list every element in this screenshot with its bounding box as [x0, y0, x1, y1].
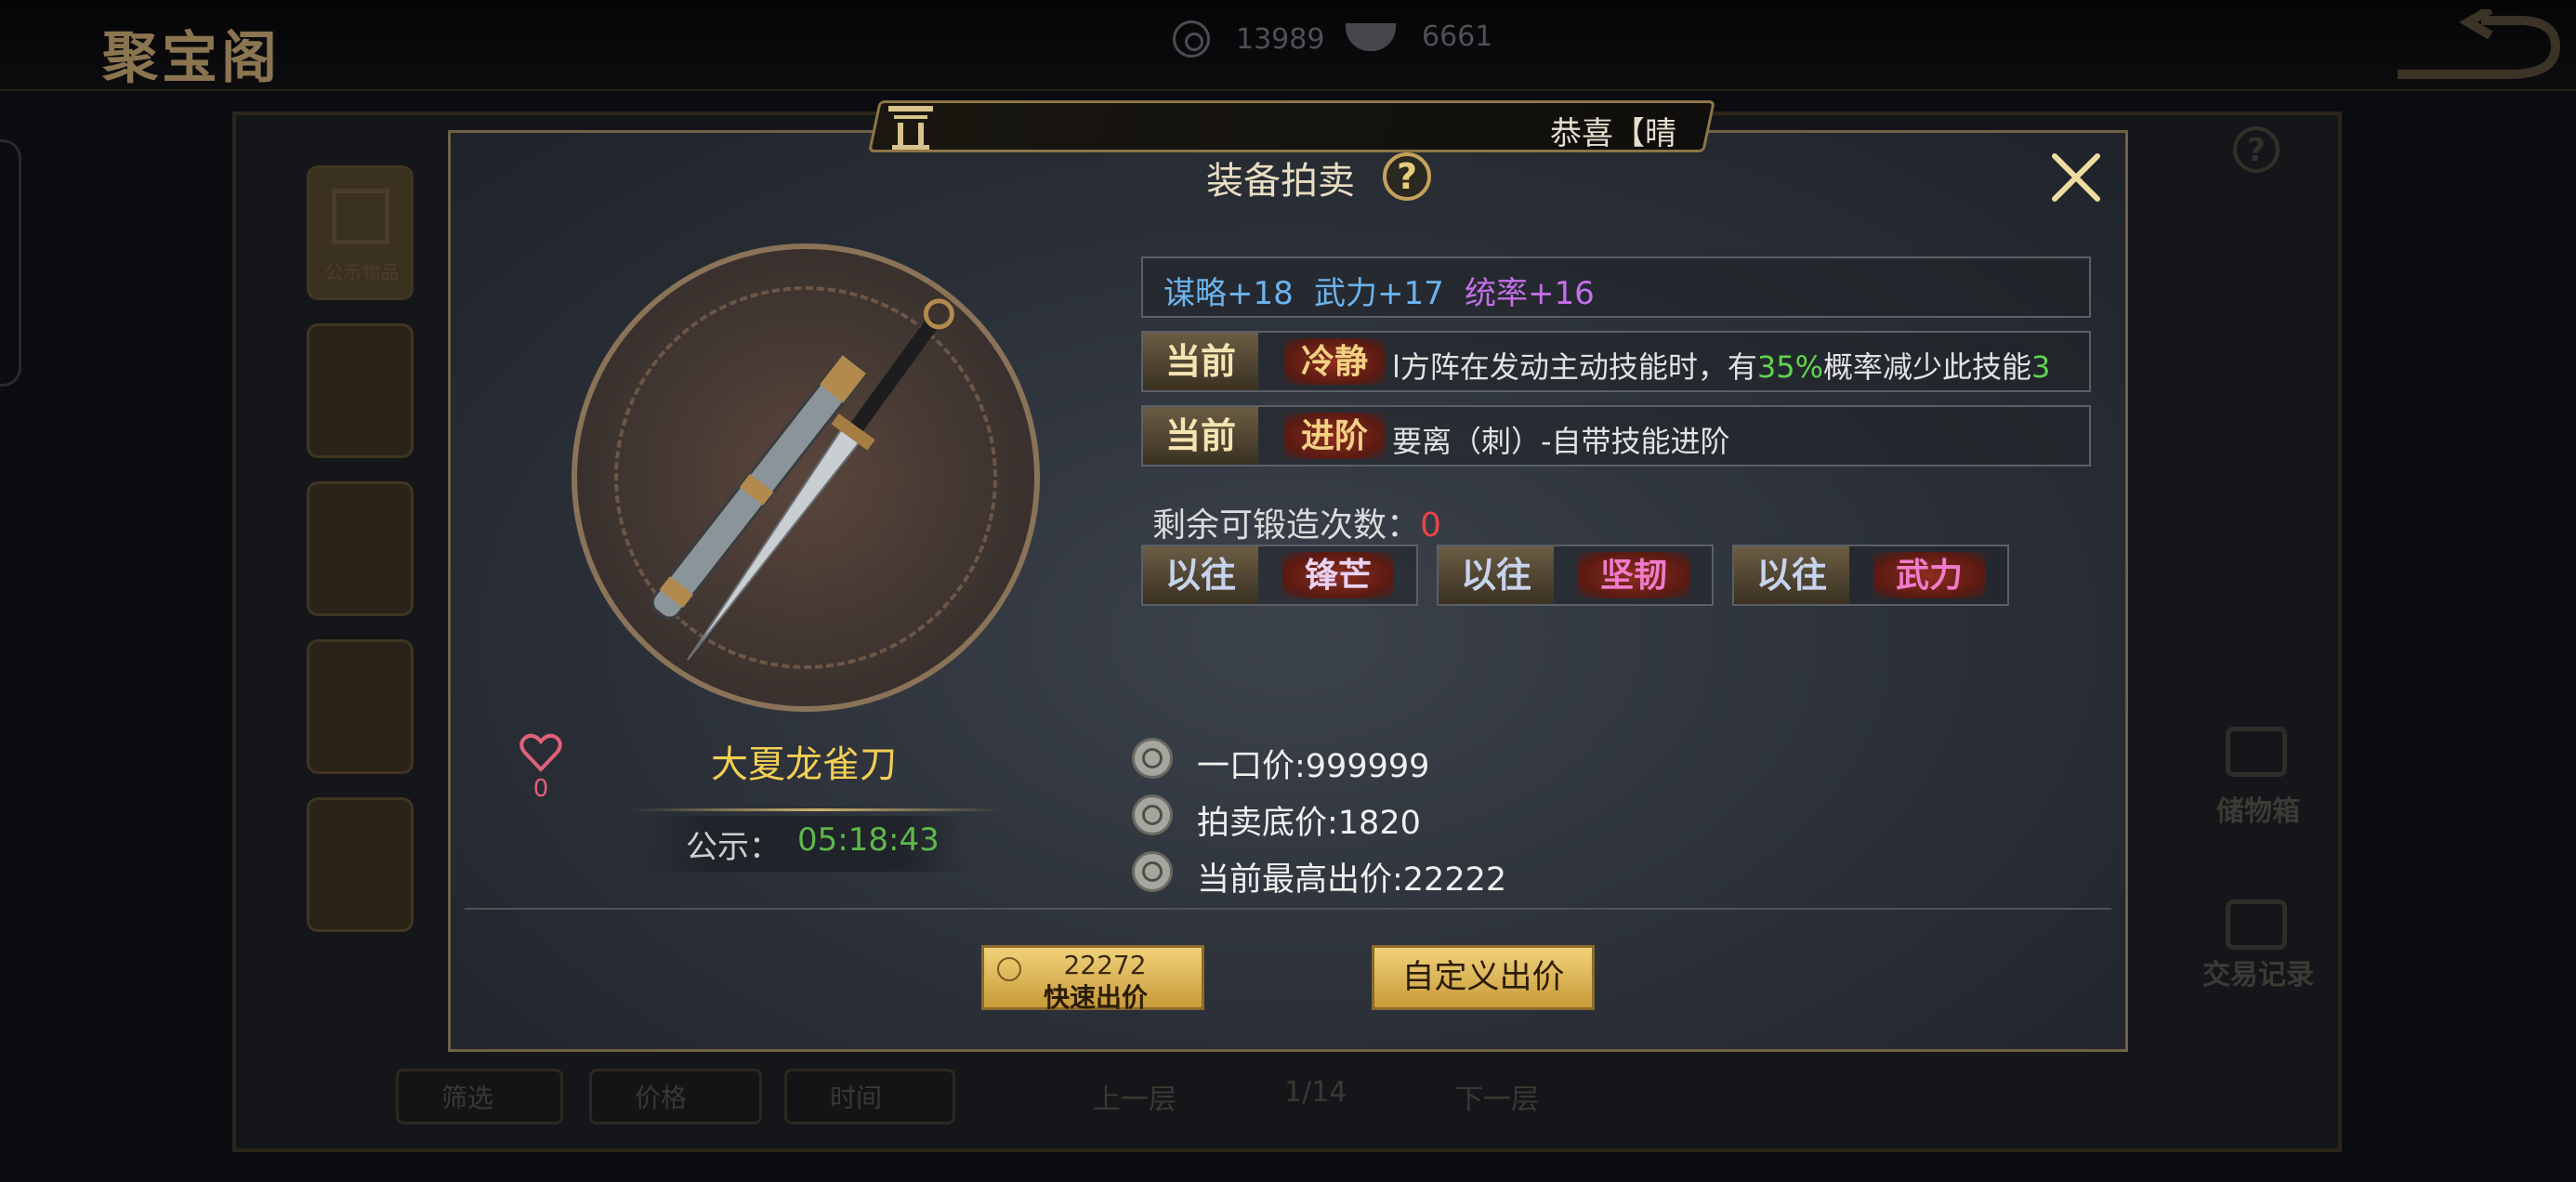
copper-amount: 13989	[1236, 22, 1325, 56]
skill-desc-percent: 35%	[1756, 349, 1824, 385]
side-tab-notice[interactable]: 公示物品	[307, 165, 414, 300]
advance-description: 要离（刺）-自带技能进阶	[1392, 424, 1730, 459]
gate-icon	[332, 189, 389, 244]
advance-badge: 进阶	[1284, 413, 1385, 459]
skill-description: l方阵在发动主动技能时，有35%概率减少此技能3	[1392, 344, 2050, 387]
custom-bid-button[interactable]: 自定义出价	[1372, 945, 1595, 1010]
notice-countdown: 05:18:43	[797, 821, 940, 859]
side-tab-label: 公示物品	[324, 261, 400, 283]
filter-button[interactable]: 筛选	[396, 1069, 563, 1124]
coin-icon	[1132, 795, 1173, 835]
ticker-text: 恭喜【晴	[1550, 115, 1676, 152]
back-arrow-icon	[2398, 5, 2561, 79]
storage-label[interactable]: 储物箱	[2193, 788, 2323, 829]
side-tab-3[interactable]	[307, 481, 414, 616]
past-badge: 以往	[1734, 546, 1849, 604]
copper-coin-icon	[1173, 20, 1210, 58]
dialog-title: 装备拍卖	[1206, 160, 1355, 203]
close-button[interactable]	[2047, 149, 2105, 206]
next-page-button[interactable]: 下一层	[1455, 1076, 1539, 1117]
past-skill-3: 以往 武力	[1732, 545, 2009, 606]
silver-ingot-icon	[1346, 22, 1396, 51]
side-tab-4[interactable]	[307, 639, 414, 774]
stat-strategy: 谋略+18	[1163, 275, 1294, 312]
side-tab-5[interactable]	[307, 797, 414, 932]
silver-amount: 6661	[1422, 20, 1493, 53]
current-badge: 当前	[1143, 407, 1258, 465]
name-divider	[632, 808, 1004, 811]
quick-bid-price: 22272	[1063, 950, 1147, 980]
item-name: 大夏龙雀刀	[711, 743, 897, 786]
sword-icon	[604, 260, 1041, 725]
silver-currency: 6661	[1346, 20, 1492, 53]
past-skill-name: 锋芒	[1282, 552, 1394, 598]
forge-remaining: 剩余可锻造次数：0	[1152, 498, 1441, 546]
coin-icon	[1132, 738, 1173, 779]
highest-bid: 当前最高出价:22222	[1197, 861, 1507, 899]
close-icon	[2052, 153, 2100, 202]
history-label[interactable]: 交易记录	[2193, 952, 2323, 992]
past-skill-name: 坚韧	[1578, 552, 1689, 598]
past-badge: 以往	[1143, 546, 1258, 604]
storage-icon[interactable]	[2226, 727, 2287, 777]
quick-bid-button[interactable]: 22272 快速出价	[981, 945, 1204, 1013]
skill-desc-text-2: 概率减少此技能	[1823, 349, 2032, 385]
reserve-price: 拍卖底价:1820	[1197, 805, 1421, 842]
side-tab-2[interactable]	[307, 323, 414, 458]
page-title: 聚宝阁	[102, 26, 281, 91]
current-badge: 当前	[1143, 333, 1258, 390]
prev-page-button[interactable]: 上一层	[1093, 1076, 1176, 1117]
time-sort-button[interactable]: 时间	[784, 1069, 955, 1124]
filter-label: 筛选	[441, 1083, 494, 1113]
left-edge-handle[interactable]	[0, 139, 21, 387]
stat-force: 武力+17	[1314, 275, 1444, 312]
past-badge: 以往	[1439, 546, 1554, 604]
page-indicator: 1/14	[1284, 1076, 1347, 1109]
forge-label: 剩余可锻造次数：	[1152, 506, 1421, 545]
buyout-price: 一口价:999999	[1197, 748, 1430, 785]
copper-currency: 13989	[1173, 20, 1324, 58]
stat-command: 统率+16	[1465, 275, 1595, 312]
notice-label: 公示：	[686, 829, 781, 866]
forge-count: 0	[1420, 506, 1441, 545]
divider	[465, 908, 2111, 910]
coin-icon	[1132, 851, 1173, 892]
favorite-heart-icon[interactable]	[519, 732, 563, 773]
back-button[interactable]	[2379, 5, 2565, 84]
current-advance-row: 当前 进阶 要离（刺）-自带技能进阶	[1141, 405, 2091, 466]
price-sort-label: 价格	[635, 1083, 688, 1113]
price-sort-button[interactable]: 价格	[589, 1069, 762, 1124]
past-skill-1: 以往 锋芒	[1141, 545, 1418, 606]
quick-bid-label: 快速出价	[1043, 982, 1148, 1013]
skill-badge: 冷静	[1284, 338, 1385, 385]
gate-icon	[885, 102, 937, 152]
skill-desc-text: l方阵在发动主动技能时，有	[1392, 349, 1757, 385]
past-skill-name: 武力	[1873, 552, 1985, 598]
current-skill-row: 当前 冷静 l方阵在发动主动技能时，有35%概率减少此技能3	[1141, 331, 2091, 392]
background-help-icon[interactable]: ?	[2233, 126, 2280, 173]
past-skill-2: 以往 坚韧	[1437, 545, 1714, 606]
skill-desc-number: 3	[2031, 349, 2051, 385]
time-sort-label: 时间	[830, 1083, 883, 1113]
history-icon[interactable]	[2226, 900, 2287, 950]
help-icon[interactable]: ?	[1383, 152, 1431, 201]
favorite-count: 0	[532, 775, 549, 803]
